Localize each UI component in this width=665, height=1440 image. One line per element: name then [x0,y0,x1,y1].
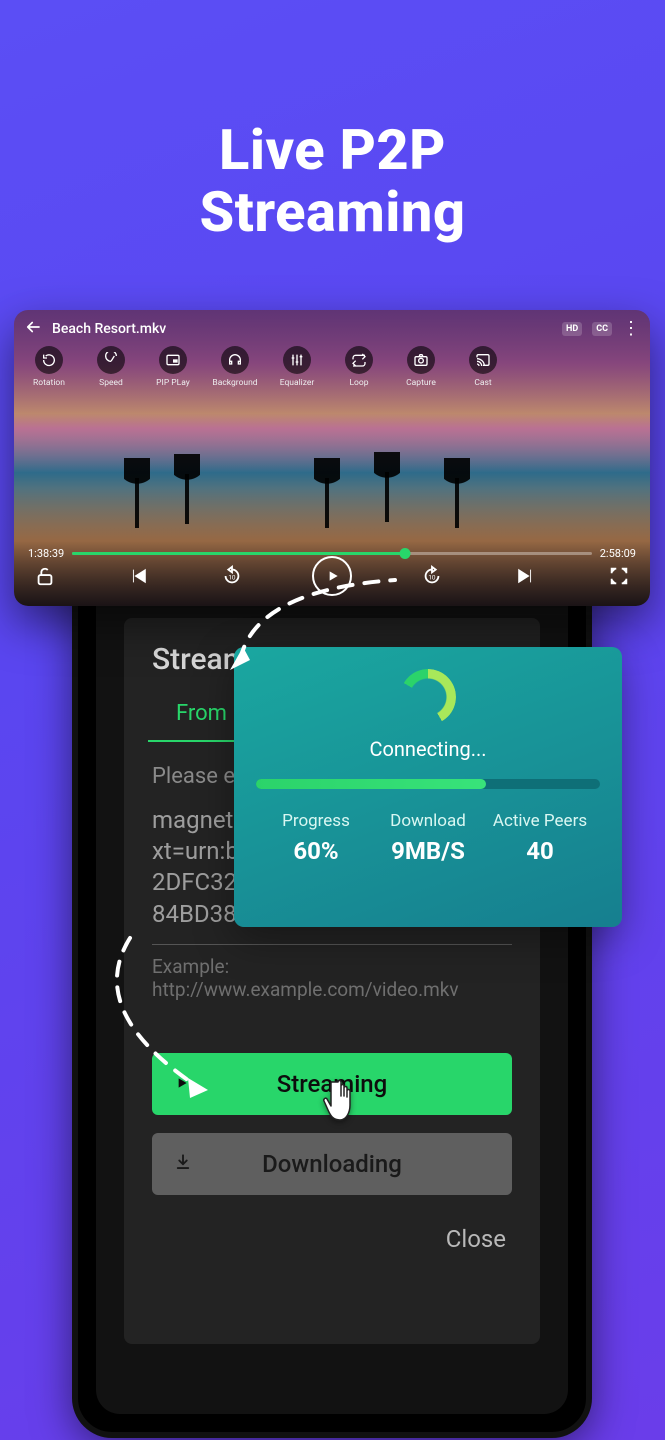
connecting-status: Connecting... [256,737,600,761]
svg-text:10: 10 [228,574,236,582]
decoration [314,458,340,518]
next-track-icon[interactable] [513,563,539,589]
prev-track-icon[interactable] [125,563,151,589]
equalizer-icon [283,346,311,374]
pip-icon [159,346,187,374]
loop-tool[interactable]: Loop [334,346,384,388]
play-icon [174,1072,190,1096]
spinner-icon [400,669,456,725]
speed-icon [97,346,125,374]
stat-progress: Progress 60% [260,811,372,865]
stat-peers: Active Peers 40 [484,811,596,865]
cast-icon [469,346,497,374]
cc-badge[interactable]: CC [592,322,612,336]
popup-progress-bar [256,779,600,789]
rewind-10-icon[interactable]: 10 [219,563,245,589]
popup-stats: Progress 60% Download 9MB/S Active Peers… [256,811,600,865]
popup-progress-fill [256,779,486,789]
play-button[interactable] [312,556,352,596]
decoration [174,454,200,514]
unlock-icon[interactable] [32,563,58,589]
rotation-tool[interactable]: Rotation [24,346,74,388]
rotation-icon [35,346,63,374]
downloading-button[interactable]: Downloading [152,1133,512,1195]
downloading-button-label: Downloading [262,1150,402,1178]
background-tool[interactable]: Background [210,346,260,388]
headphones-icon [221,346,249,374]
cast-tool[interactable]: Cast [458,346,508,388]
pip-tool[interactable]: PIP PLay [148,346,198,388]
fullscreen-icon[interactable] [606,563,632,589]
hero-title: Live P2P Streaming [0,0,665,243]
cursor-hand-icon [322,1076,362,1124]
seek-fill [72,552,404,555]
hero-line-2: Streaming [199,179,465,245]
input-divider [152,944,512,945]
equalizer-tool[interactable]: Equalizer [272,346,322,388]
capture-tool[interactable]: Capture [396,346,446,388]
forward-10-icon[interactable]: 10 [419,563,445,589]
close-button[interactable]: Close [152,1213,512,1253]
connecting-popup: Connecting... Progress 60% Download 9MB/… [234,647,622,927]
camera-icon [407,346,435,374]
stat-download: Download 9MB/S [372,811,484,865]
svg-text:10: 10 [429,574,437,582]
decoration [374,452,400,512]
loop-icon [345,346,373,374]
hero-line-1: Live P2P [219,117,446,183]
download-icon [174,1152,192,1176]
decoration [124,458,150,518]
video-player: Beach Resort.mkv HD CC ⋮ Rotation Speed … [14,310,650,606]
seek-bar[interactable] [72,552,592,555]
hd-badge[interactable]: HD [562,322,582,336]
speed-tool[interactable]: Speed [86,346,136,388]
player-controls: 10 10 [32,556,632,596]
back-icon[interactable] [24,318,42,339]
player-tools: Rotation Speed PIP PLay Background Equal… [24,346,508,388]
video-file-name: Beach Resort.mkv [52,321,552,337]
example-hint: Example: http://www.example.com/video.mk… [152,955,512,1001]
more-icon[interactable]: ⋮ [622,324,640,334]
decoration [444,458,470,518]
